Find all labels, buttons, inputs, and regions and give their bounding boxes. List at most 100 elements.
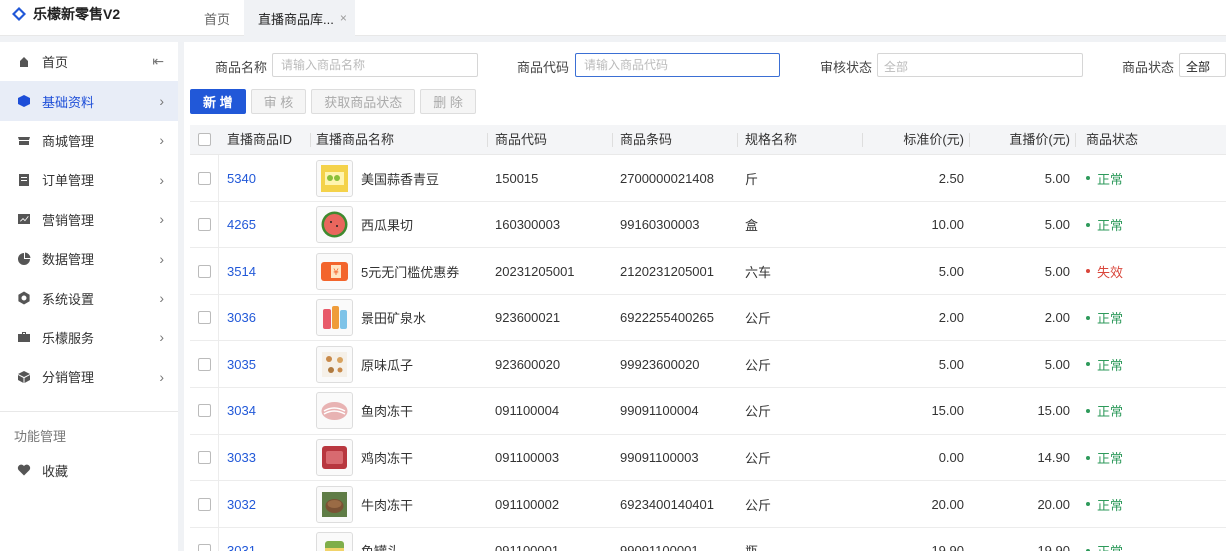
live-product-id-link[interactable]: 3035: [227, 341, 256, 387]
live-product-id-link[interactable]: 3036: [227, 295, 256, 341]
audit-status-select[interactable]: 全部: [877, 53, 1083, 77]
tab-home[interactable]: 首页: [190, 0, 244, 36]
select-all-checkbox[interactable]: [198, 133, 211, 146]
header-product-status[interactable]: 商品状态: [1086, 125, 1206, 155]
collapse-icon[interactable]: ⇤: [152, 53, 164, 70]
row-checkbox[interactable]: [198, 528, 211, 551]
sidebar-item-0[interactable]: 首页 ⇤: [0, 42, 178, 81]
standard-price: 2.00: [938, 310, 964, 326]
status-text: 正常: [1097, 357, 1124, 373]
sidebar-item-2[interactable]: 商城管理 ›: [0, 121, 178, 160]
table-row[interactable]: 3032 牛肉冻干 091100002 6923400140401 公斤 20.…: [190, 481, 1226, 528]
header-product-code[interactable]: 商品代码: [495, 125, 613, 155]
app-logo[interactable]: 乐檬新零售V2: [12, 0, 120, 28]
table-row[interactable]: 3033 鸡肉冻干 091100003 99091100003 公斤 0.00 …: [190, 434, 1226, 482]
live-product-id-link[interactable]: 3033: [227, 435, 256, 481]
briefcase-icon: [16, 329, 32, 345]
product-thumbnail[interactable]: ¥: [316, 248, 353, 294]
product-image: [316, 439, 353, 477]
sidebar-item-7[interactable]: 乐檬服务 ›: [0, 318, 178, 357]
header-live-id[interactable]: 直播商品ID: [227, 125, 311, 155]
spec-name: 公斤: [745, 451, 772, 467]
status-badge: 正常: [1086, 155, 1123, 201]
add-button[interactable]: 新 增: [190, 89, 246, 114]
sidebar-item-3[interactable]: 订单管理 ›: [0, 160, 178, 199]
tab-bar: 首页 直播商品库... ×: [190, 0, 355, 36]
live-product-name: 鱼罐头: [361, 528, 400, 551]
standard-price: 15.00: [931, 403, 964, 419]
live-product-id-link[interactable]: 3032: [227, 481, 256, 527]
product-thumbnail[interactable]: [316, 155, 353, 201]
live-price: 15.00: [1037, 403, 1070, 419]
header-barcode[interactable]: 商品条码: [620, 125, 738, 155]
product-barcode: 2700000021408: [620, 170, 714, 186]
sidebar-item-8[interactable]: 分销管理 ›: [0, 357, 178, 396]
header-standard-price[interactable]: 标准价(元): [870, 125, 970, 155]
row-checkbox[interactable]: [198, 341, 211, 387]
header-spec[interactable]: 规格名称: [745, 125, 863, 155]
product-code-input[interactable]: [575, 53, 780, 77]
sidebar-item-5[interactable]: 数据管理 ›: [0, 239, 178, 278]
live-product-name: 景田矿泉水: [361, 311, 427, 327]
product-thumbnail[interactable]: [316, 295, 353, 341]
live-product-name: 鱼肉冻干: [361, 404, 414, 420]
product-thumbnail[interactable]: [316, 528, 353, 551]
status-dot: [1086, 408, 1090, 413]
table-row[interactable]: 5340 美国蒜香青豆 150015 2700000021408 斤 2.50 …: [190, 155, 1226, 202]
product-code: 091100004: [495, 403, 560, 419]
live-product-id-link[interactable]: 3031: [227, 528, 256, 551]
live-product-id-link[interactable]: 4265: [227, 202, 256, 248]
row-checkbox[interactable]: [198, 388, 211, 434]
header-live-price[interactable]: 直播价(元): [976, 125, 1076, 155]
row-checkbox[interactable]: [198, 155, 211, 201]
sidebar-item-4[interactable]: 营销管理 ›: [0, 200, 178, 239]
audit-button[interactable]: 审 核: [250, 89, 307, 114]
filter-bar: 商品名称 商品代码 审核状态 全部 商品状态 全部: [184, 53, 1226, 79]
row-checkbox[interactable]: [198, 435, 211, 481]
table-row[interactable]: 3031 鱼罐头 091100001 99091100001 瓶 19.90 1…: [190, 527, 1226, 551]
product-thumbnail[interactable]: [316, 481, 353, 527]
product-thumbnail[interactable]: [316, 435, 353, 481]
home-icon: [16, 54, 32, 70]
standard-price: 5.00: [938, 356, 964, 372]
row-divider: [218, 201, 219, 248]
product-thumbnail[interactable]: [316, 202, 353, 248]
status-badge: 正常: [1086, 481, 1123, 527]
row-checkbox[interactable]: [198, 295, 211, 341]
close-icon[interactable]: ×: [340, 11, 347, 25]
table-body: 5340 美国蒜香青豆 150015 2700000021408 斤 2.50 …: [190, 155, 1226, 551]
table-row[interactable]: 3036 景田矿泉水 923600021 6922255400265 公斤 2.…: [190, 294, 1226, 342]
live-product-id-link[interactable]: 5340: [227, 155, 256, 201]
product-image: [316, 532, 353, 551]
live-product-id-link[interactable]: 3034: [227, 388, 256, 434]
table-row[interactable]: 3034 鱼肉冻干 091100004 99091100004 公斤 15.00…: [190, 387, 1226, 435]
checkbox-box: [198, 171, 211, 185]
product-image: [316, 345, 353, 383]
live-product-id-link[interactable]: 3514: [227, 248, 256, 294]
tab-live-products[interactable]: 直播商品库... ×: [244, 0, 355, 36]
table-row[interactable]: 3035 原味瓜子 923600020 99923600020 公斤 5.00 …: [190, 341, 1226, 388]
product-image: [316, 206, 353, 244]
table-row[interactable]: 4265 西瓜果切 160300003 99160300003 盒 10.00 …: [190, 201, 1226, 249]
sidebar-item-6[interactable]: 系统设置 ›: [0, 278, 178, 317]
product-thumbnail[interactable]: [316, 341, 353, 387]
row-checkbox[interactable]: [198, 248, 211, 294]
product-status-select[interactable]: 全部: [1179, 53, 1226, 77]
delete-button[interactable]: 删 除: [420, 89, 476, 114]
product-code: 091100001: [495, 543, 560, 551]
product-thumbnail[interactable]: [316, 388, 353, 434]
spec-name: 公斤: [745, 497, 772, 513]
table-row[interactable]: 3514 ¥ 5元无门槛优惠券 20231205001 212023120500…: [190, 248, 1226, 295]
standard-price: 5.00: [938, 263, 964, 279]
row-checkbox[interactable]: [198, 202, 211, 248]
fetch-status-button[interactable]: 获取商品状态: [311, 89, 416, 114]
main-panel: 商品名称 商品代码 审核状态 全部 商品状态 全部 新 增 审 核 获取商品状态…: [184, 42, 1226, 551]
product-name-input[interactable]: [272, 53, 478, 77]
row-divider: [218, 341, 219, 387]
header-live-name[interactable]: 直播商品名称: [316, 125, 488, 155]
sidebar-item-favorites[interactable]: 收藏: [0, 451, 178, 490]
sidebar-item-1[interactable]: 基础资料 ›: [0, 81, 178, 121]
row-checkbox[interactable]: [198, 481, 211, 527]
standard-price: 20.00: [931, 496, 964, 512]
chevron-right-icon: ›: [159, 132, 164, 149]
